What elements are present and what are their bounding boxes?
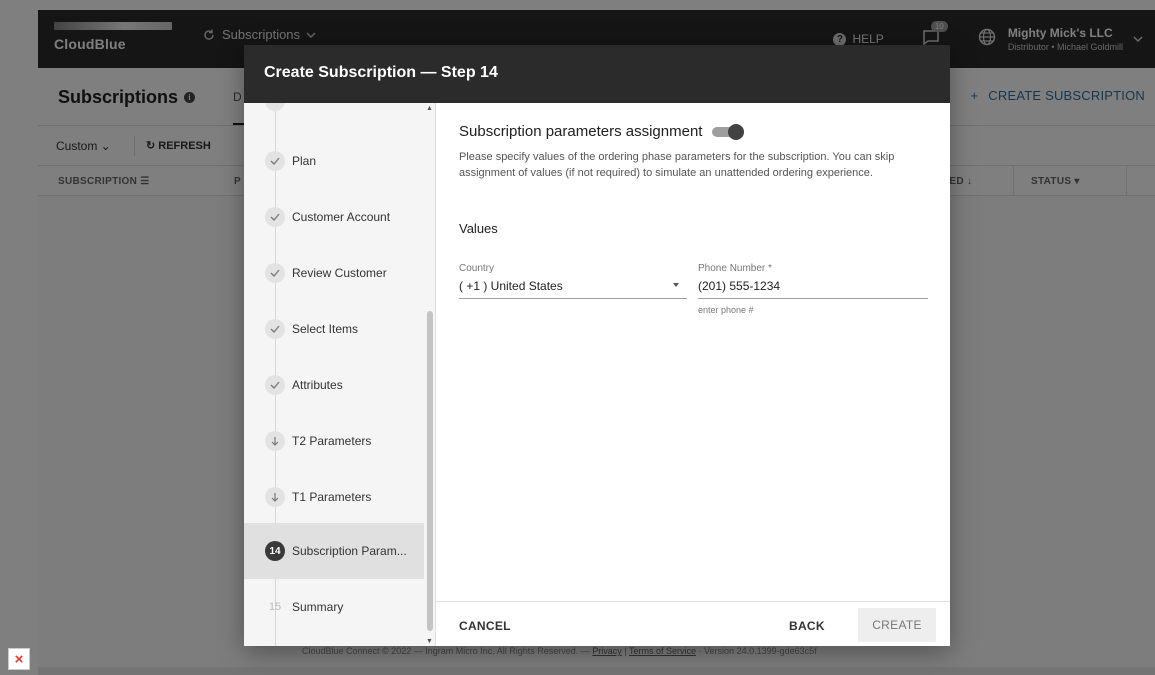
arrow-down-icon	[265, 431, 285, 451]
step-label: T2 Parameters	[292, 434, 372, 448]
step-label: Attributes	[292, 378, 343, 392]
phone-hint: enter phone #	[698, 305, 754, 315]
step-label: T1 Parameters	[292, 490, 372, 504]
phone-field: Phone Number * (201) 555-1234 enter phon…	[698, 263, 928, 315]
phone-value: (201) 555-1234	[698, 279, 781, 293]
check-icon	[265, 375, 285, 395]
phone-label: Phone Number *	[698, 263, 772, 274]
step-summary[interactable]: 15 Summary	[244, 579, 424, 635]
steps-scrollbar[interactable]: ▲ ▼	[424, 103, 435, 646]
step-label: Subscription Param...	[292, 544, 407, 558]
step-subscription-parameters[interactable]: 14 Subscription Param...	[244, 523, 424, 579]
phone-input[interactable]: (201) 555-1234	[698, 279, 928, 299]
toggle-knob	[728, 123, 745, 140]
step-customer-account[interactable]: Customer Account	[244, 189, 424, 245]
create-button[interactable]: CREATE	[858, 608, 936, 642]
step-attributes[interactable]: Attributes	[244, 357, 424, 413]
step-label: Customer Account	[292, 210, 391, 224]
step-number-badge: 14	[265, 541, 285, 561]
check-icon	[265, 207, 285, 227]
country-label: Country	[459, 263, 495, 274]
check-icon	[265, 319, 285, 339]
back-button[interactable]: BACK	[789, 619, 825, 633]
dialog-title: Create Subscription — Step 14	[264, 64, 498, 81]
check-icon	[265, 151, 285, 171]
scroll-down-arrow-icon[interactable]: ▼	[426, 638, 433, 645]
scroll-up-arrow-icon[interactable]: ▲	[426, 105, 433, 112]
step-select-items[interactable]: Select Items	[244, 301, 424, 357]
country-select[interactable]: ( +1 ) United States	[459, 279, 687, 299]
create-subscription-dialog: Create Subscription — Step 14 Plan Custo…	[244, 45, 950, 646]
check-icon	[265, 263, 285, 283]
scrollbar-thumb[interactable]	[427, 311, 433, 631]
section-title: Subscription parameters assignment	[459, 123, 745, 140]
dialog-header: Create Subscription — Step 14	[244, 45, 950, 103]
section-description: Please specify values of the ordering ph…	[459, 151, 895, 179]
step-content: Subscription parameters assignment Pleas…	[436, 103, 950, 600]
values-heading: Values	[459, 221, 498, 236]
broken-image-icon: ×	[8, 648, 30, 670]
previous-step-icon	[265, 103, 285, 111]
step-plan[interactable]: Plan	[244, 133, 424, 189]
country-field: Country ( +1 ) United States	[459, 263, 687, 299]
cancel-button[interactable]: CANCEL	[459, 619, 511, 633]
dropdown-arrow-icon	[673, 283, 679, 287]
step-label: Summary	[292, 600, 344, 614]
country-value: ( +1 ) United States	[459, 279, 563, 293]
section-title-text: Subscription parameters assignment	[459, 123, 703, 140]
step-t1-parameters[interactable]: T1 Parameters	[244, 469, 424, 525]
step-label: Select Items	[292, 322, 359, 336]
step-label: Review Customer	[292, 266, 387, 280]
wizard-steps: Plan Customer Account Review Customer Se…	[244, 103, 436, 646]
arrow-down-icon	[265, 487, 285, 507]
step-number-badge: 15	[268, 601, 282, 613]
step-t2-parameters[interactable]: T2 Parameters	[244, 413, 424, 469]
step-review-customer[interactable]: Review Customer	[244, 245, 424, 301]
dialog-actions: CANCEL BACK CREATE	[436, 601, 950, 646]
parameters-toggle[interactable]	[712, 123, 745, 140]
step-label: Plan	[292, 154, 317, 168]
